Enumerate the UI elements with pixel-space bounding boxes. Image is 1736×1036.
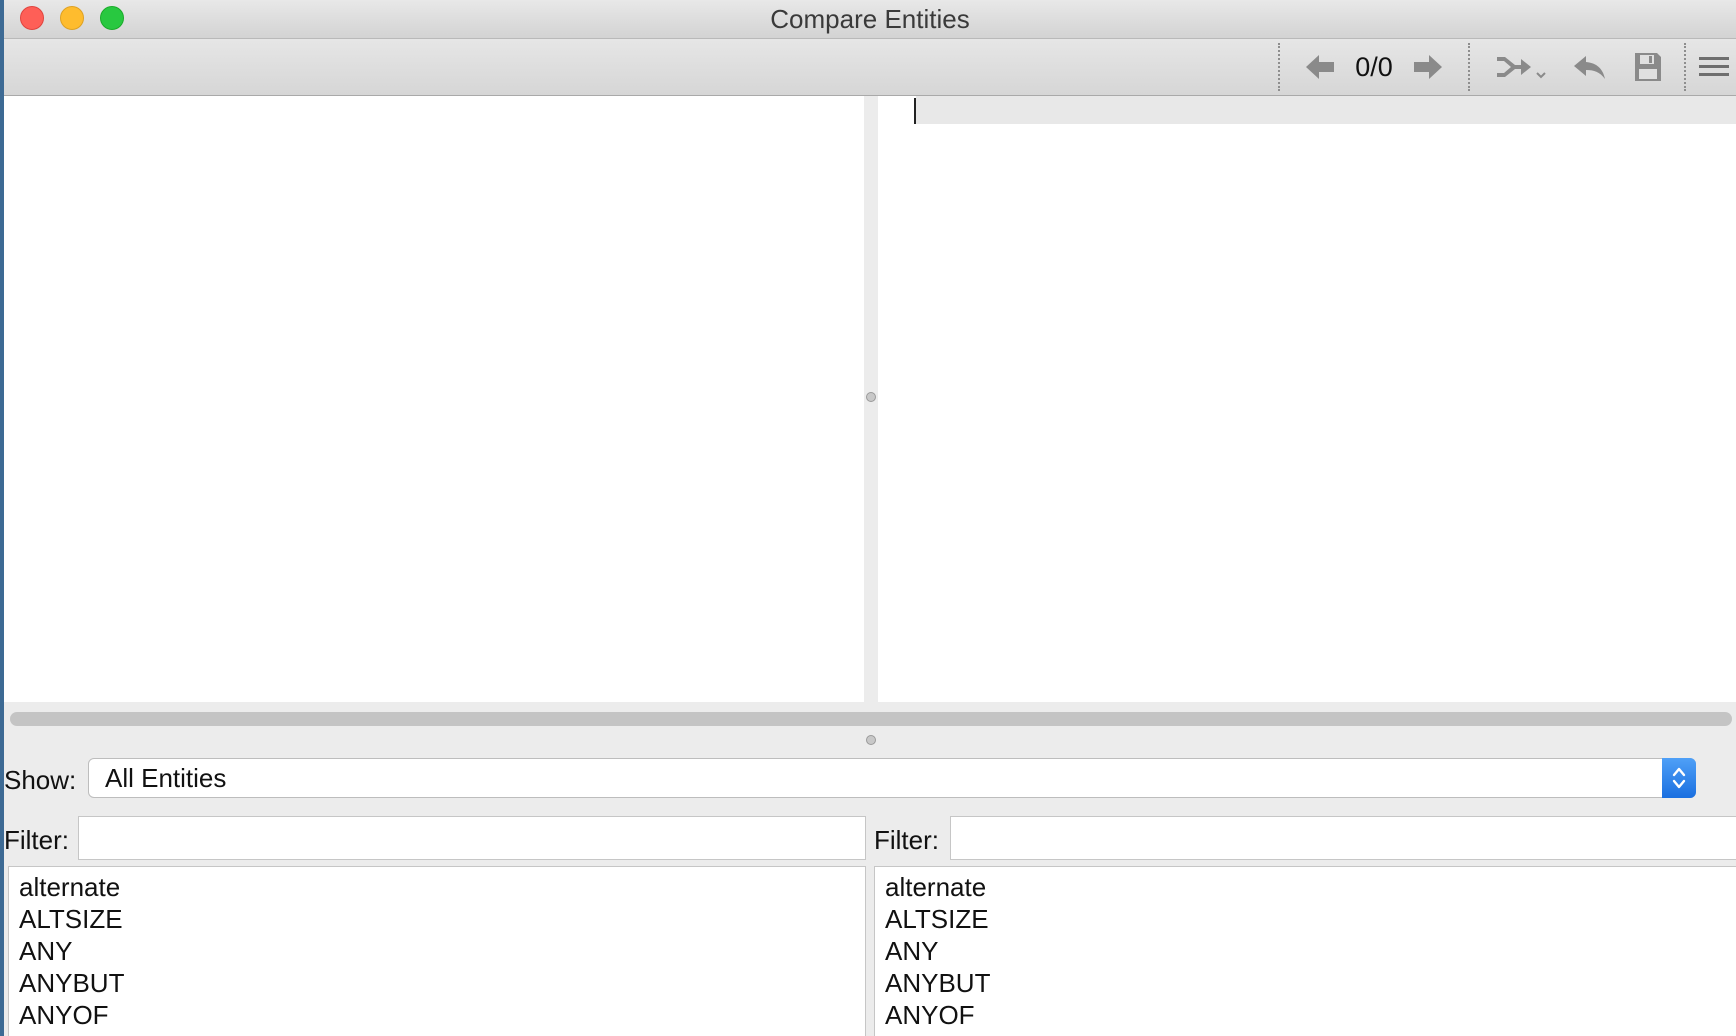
arrow-left-icon <box>1306 55 1334 79</box>
list-item[interactable]: ANYOF <box>9 999 865 1031</box>
select-stepper[interactable] <box>1662 758 1696 798</box>
list-item[interactable]: ANYBUT <box>9 967 865 999</box>
list-item[interactable]: alternate <box>9 871 865 903</box>
save-icon <box>1635 53 1661 81</box>
splitter-handle-icon <box>866 392 876 402</box>
left-filter-input[interactable] <box>78 816 866 860</box>
show-select-value: All Entities <box>105 763 227 793</box>
list-item[interactable]: ALTSIZE <box>875 903 1736 935</box>
zoom-window-button[interactable] <box>100 6 124 30</box>
merge-icon <box>1497 57 1546 79</box>
arrow-right-icon <box>1414 55 1442 79</box>
undo-icon <box>1574 56 1605 79</box>
window-title: Compare Entities <box>770 4 970 34</box>
right-entity-pane[interactable] <box>878 96 1736 702</box>
list-item[interactable]: ANY <box>875 935 1736 967</box>
splitter-handle-icon <box>866 735 876 745</box>
left-filter-label: Filter: <box>4 825 69 855</box>
close-window-button[interactable] <box>20 6 44 30</box>
right-entity-list[interactable]: alternate ALTSIZE ANY ANYBUT ANYOF <box>874 866 1736 1036</box>
left-entity-pane[interactable] <box>4 96 864 702</box>
vertical-splitter[interactable] <box>864 96 878 702</box>
list-item[interactable]: ANYBUT <box>875 967 1736 999</box>
undo-button[interactable] <box>1570 47 1610 87</box>
previous-difference-button[interactable] <box>1302 47 1338 87</box>
difference-counter: 0/0 <box>1355 52 1393 82</box>
show-label: Show: <box>4 765 77 795</box>
current-line-highlight <box>916 96 1736 124</box>
toolbar-separator <box>1468 43 1470 91</box>
text-caret <box>914 98 916 124</box>
menu-button[interactable] <box>1696 47 1732 87</box>
menu-icon <box>1699 57 1729 76</box>
minimize-window-button[interactable] <box>60 6 84 30</box>
toolbar-separator <box>1684 43 1686 91</box>
title-bar[interactable]: Compare Entities <box>4 0 1736 39</box>
left-entity-list[interactable]: alternate ALTSIZE ANY ANYBUT ANYOF <box>8 866 866 1036</box>
list-item[interactable]: ANYOF <box>875 999 1736 1031</box>
chevron-up-down-icon <box>1672 767 1686 789</box>
show-select[interactable]: All Entities <box>88 758 1696 798</box>
horizontal-scrollbar[interactable] <box>10 712 1732 726</box>
next-difference-button[interactable] <box>1410 47 1446 87</box>
merge-button[interactable] <box>1494 47 1550 87</box>
right-filter-label: Filter: <box>874 825 939 855</box>
list-item[interactable]: ALTSIZE <box>9 903 865 935</box>
save-button[interactable] <box>1630 47 1666 87</box>
right-filter-input[interactable] <box>950 816 1736 860</box>
list-item[interactable]: ANY <box>9 935 865 967</box>
horizontal-splitter[interactable] <box>4 730 1736 750</box>
toolbar: 0/0 <box>4 39 1736 96</box>
list-item[interactable]: alternate <box>875 871 1736 903</box>
toolbar-separator <box>1278 43 1280 91</box>
compare-entities-window: Compare Entities 0/0 Show: All Entities … <box>4 0 1736 1036</box>
